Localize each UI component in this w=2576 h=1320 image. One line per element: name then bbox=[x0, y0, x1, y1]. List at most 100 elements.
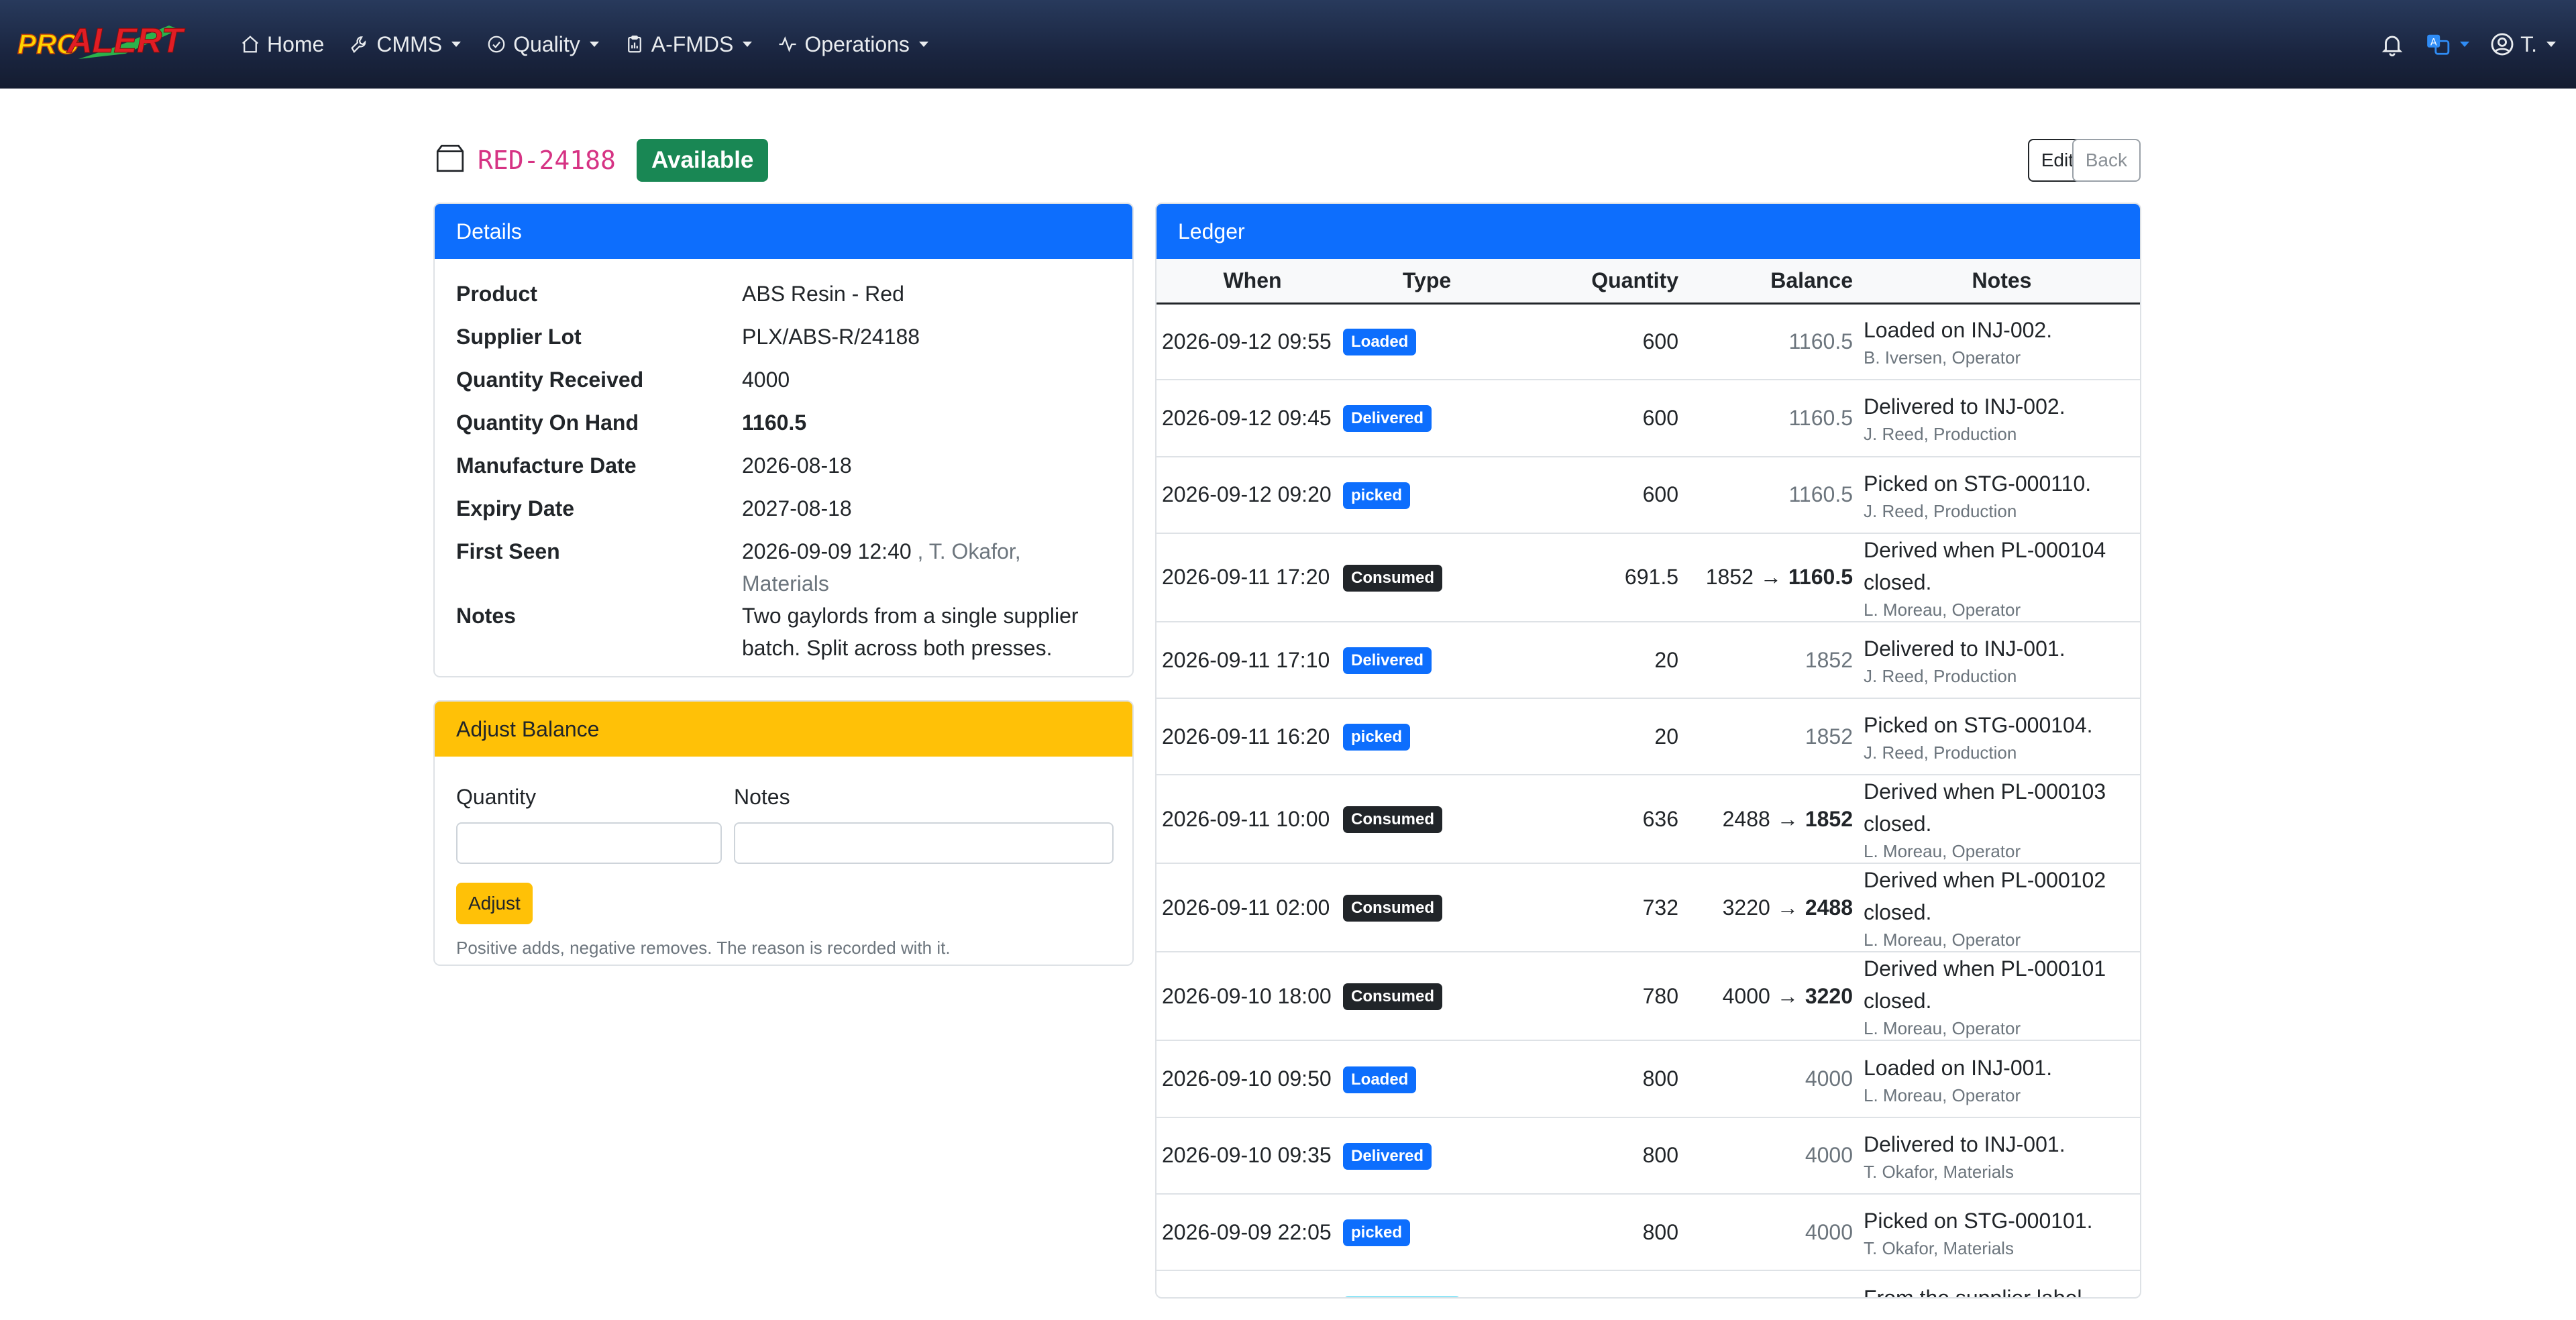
ledger-notes: Picked on STG-000104. J. Reed, Production bbox=[1861, 698, 2140, 775]
notifications-button[interactable] bbox=[2379, 32, 2405, 57]
note-author: L. Moreau, Operator bbox=[1864, 930, 2021, 950]
col-quantity: Quantity bbox=[1511, 259, 1685, 305]
ledger-when: 2026-09-10 09:50 bbox=[1162, 1066, 1332, 1091]
ledger-balance: 1852 bbox=[1685, 622, 1861, 698]
nav-cmms[interactable]: CMMS bbox=[350, 24, 462, 64]
type-badge: Consumed bbox=[1343, 806, 1443, 834]
ledger-balance: 1160.5 bbox=[1685, 457, 1861, 533]
detail-value: ABS Resin - Red bbox=[742, 282, 904, 306]
balance-value: 4000 bbox=[1805, 1219, 1853, 1244]
detail-value: 2026-09-09 12:40 , T. Okafor, Materials bbox=[742, 535, 1111, 600]
balance-value: 1160.5 bbox=[1788, 329, 1854, 353]
user-menu[interactable]: T. bbox=[2489, 32, 2556, 57]
type-badge: Consumed bbox=[1343, 983, 1443, 1011]
detail-value: 2027-08-18 bbox=[742, 496, 852, 520]
language-button[interactable]: A bbox=[2425, 32, 2470, 57]
col-balance: Balance bbox=[1685, 259, 1861, 305]
balance-value: 1852 bbox=[1805, 647, 1853, 672]
ledger-balance: 4000 bbox=[1685, 1194, 1861, 1270]
ledger-row: 2026-09-10 09:50 Loaded 800 4000 Loaded on I… bbox=[1157, 1040, 2140, 1117]
back-button[interactable]: Back bbox=[2072, 139, 2141, 182]
detail-label: Quantity On Hand bbox=[456, 410, 639, 435]
type-badge: Loaded bbox=[1343, 1066, 1417, 1093]
ledger-quantity: 4000 bbox=[1511, 1270, 1685, 1298]
ledger-type-cell: picked bbox=[1343, 457, 1511, 533]
note-author: J. Reed, Production bbox=[1864, 666, 2017, 687]
ledger-row: 2026-09-11 17:20 Consumed 691.5 1852 → 1160.5… bbox=[1157, 533, 2140, 622]
type-badge: picked bbox=[1343, 482, 1411, 509]
note-text: Picked on STG-000104. bbox=[1864, 713, 2093, 738]
balance-change: 2488 → 1852 bbox=[1723, 807, 1853, 831]
ledger-notes: Derived when PL-000103 closed. L. Moreau,… bbox=[1861, 775, 2140, 863]
balance-value: 1852 bbox=[1805, 724, 1853, 749]
balance-value: 1160.5 bbox=[1788, 405, 1854, 430]
ledger-quantity: 600 bbox=[1642, 482, 1678, 507]
note-author: L. Moreau, Operator bbox=[1864, 1018, 2021, 1039]
ledger-type-cell: Loaded bbox=[1343, 1040, 1511, 1117]
nav-cmms-label: CMMS bbox=[376, 32, 443, 56]
note-text: Picked on STG-000101. bbox=[1864, 1209, 2093, 1233]
quantity-label: Quantity bbox=[456, 785, 537, 809]
col-when: When bbox=[1157, 259, 1343, 305]
ledger-notes: Derived when PL-000104 closed. L. Moreau,… bbox=[1861, 533, 2140, 622]
ledger-type-cell: Consumed bbox=[1343, 863, 1511, 952]
balance-value: 1160.5 bbox=[1788, 482, 1854, 507]
chevron-down-icon bbox=[918, 42, 928, 47]
ledger-type-cell: Consumed bbox=[1343, 952, 1511, 1040]
nav-operations[interactable]: Operations bbox=[777, 24, 928, 64]
ledger-quantity: 600 bbox=[1642, 405, 1678, 430]
chevron-down-icon bbox=[2546, 42, 2556, 47]
notes-line: batch. Split across both presses. bbox=[742, 636, 1053, 660]
detail-label: Supplier Lot bbox=[456, 325, 582, 349]
ledger-balance: 4000 → 3220 bbox=[1685, 952, 1861, 1040]
balance-from: 4000 bbox=[1722, 983, 1770, 1008]
nav-quality[interactable]: Quality bbox=[486, 24, 599, 64]
notes-input[interactable] bbox=[734, 822, 1114, 864]
brand-logo[interactable]: PRO ALERT bbox=[15, 12, 209, 72]
note-text: Picked on STG-000110. bbox=[1864, 471, 2092, 496]
nav-home[interactable]: Home bbox=[240, 24, 324, 64]
detail-value: 1160.5 bbox=[742, 410, 807, 435]
arrow-right-icon: → bbox=[1776, 983, 1799, 1008]
balance-to: 3220 bbox=[1805, 983, 1853, 1008]
ledger-row: 2026-09-10 18:00 Consumed 780 4000 → 3220 Deri… bbox=[1157, 952, 2140, 1041]
nav-afmds-label: A-FMDS bbox=[651, 32, 734, 56]
ledger-quantity: 20 bbox=[1654, 647, 1678, 672]
balance-from: 3220 bbox=[1722, 895, 1770, 920]
activity-icon bbox=[779, 36, 796, 52]
home-icon bbox=[242, 36, 258, 53]
adjust-button[interactable]: Adjust bbox=[456, 883, 533, 924]
ledger-row: 2026-09-11 16:20 picked 20 1852 Picked on ST… bbox=[1157, 698, 2140, 775]
nav-afmds[interactable]: A-FMDS bbox=[625, 24, 753, 64]
balance-value: 4000 bbox=[1805, 1143, 1853, 1168]
note-author: J. Reed, Production bbox=[1864, 742, 2017, 763]
detail-label: Quantity Received bbox=[456, 368, 644, 392]
ledger-type-cell: Consumed bbox=[1343, 775, 1511, 863]
ledger-when: 2026-09-10 09:35 bbox=[1162, 1143, 1332, 1168]
chevron-down-icon bbox=[743, 42, 753, 47]
note-author: J. Reed, Production bbox=[1864, 424, 2017, 445]
detail-value: 4000 bbox=[742, 368, 790, 392]
clipboard-chart-icon bbox=[627, 36, 641, 53]
detail-value: Two gaylords from a single supplier batc… bbox=[742, 600, 1111, 664]
notes-line: Two gaylords from a single supplier bbox=[742, 604, 1079, 628]
ledger-when: 2026-09-12 09:55 bbox=[1162, 329, 1332, 353]
ledger-when: 2026-09-09 12:40 bbox=[1157, 1270, 1343, 1298]
ledger-row: 2026-09-11 17:10 Delivered 20 1852 Delivered… bbox=[1157, 622, 2140, 699]
quantity-input[interactable] bbox=[456, 822, 722, 864]
type-badge: Consumed bbox=[1343, 895, 1443, 922]
user-name: T. bbox=[2520, 32, 2537, 56]
balance-from: 2488 bbox=[1722, 806, 1770, 831]
type-badge: Delivered bbox=[1343, 1142, 1432, 1170]
note-author: L. Moreau, Operator bbox=[1864, 841, 2021, 862]
ledger-notes: Picked on STG-000110. J. Reed, Production bbox=[1861, 457, 2140, 533]
note-author: T. Okafor, Materials bbox=[1864, 1238, 2014, 1259]
top-navbar: PRO ALERT Home CMMS Quality A-FMDS Opera… bbox=[0, 0, 2576, 89]
adjust-balance-card: Adjust Balance Quantity Notes Adjust Pos… bbox=[433, 700, 1134, 966]
ledger-quantity: 800 bbox=[1642, 1143, 1678, 1168]
note-text: Loaded on INJ-001. bbox=[1864, 1055, 2053, 1080]
note-author: B. Iversen, Operator bbox=[1864, 347, 2021, 368]
detail-notes: Notes Two gaylords from a single supplie… bbox=[456, 600, 1111, 664]
ledger-when: 2026-09-11 17:20 bbox=[1162, 565, 1330, 590]
detail-qty-received: Quantity Received 4000 bbox=[456, 364, 1111, 406]
